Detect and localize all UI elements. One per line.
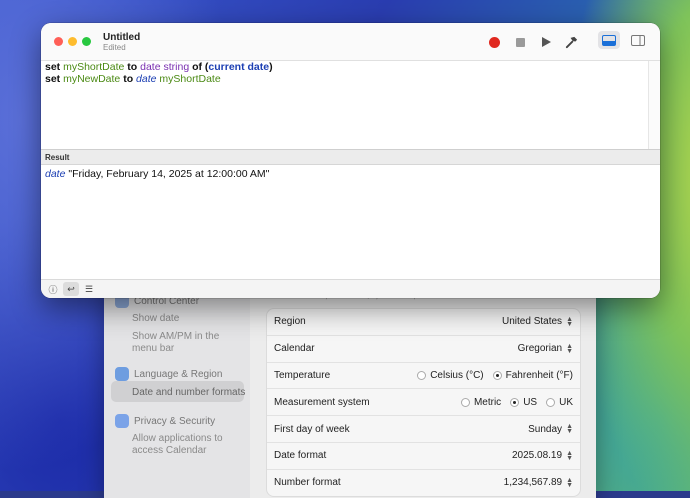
first-day-row: First day of week Sunday ▲ ▼	[267, 416, 580, 443]
result-pane[interactable]: date "Friday, February 14, 2025 at 12:00…	[41, 166, 660, 278]
log-button[interactable]: ☰	[81, 282, 97, 296]
result-header: Result	[41, 149, 660, 165]
stepper-icon: ▲ ▼	[566, 423, 573, 436]
sidebar-subitem-show-ampm[interactable]: Show AM/PM in the menu bar	[132, 331, 232, 355]
region-popup[interactable]: United States ▲ ▼	[502, 315, 573, 328]
zoom-button[interactable]	[82, 37, 91, 46]
code-token: date	[136, 72, 157, 85]
return-arrow-icon: ↩	[67, 283, 75, 294]
number-format-popup[interactable]: 1,234,567.89 ▲ ▼	[504, 476, 573, 489]
script-editor-window: Untitled Edited set myShortDate to date …	[41, 23, 660, 298]
stop-icon	[515, 37, 525, 47]
info-icon: ⓘ	[48, 284, 58, 295]
uk-radio[interactable]: UK	[546, 397, 573, 408]
document-status: Edited	[103, 43, 126, 52]
date-format-popup[interactable]: 2025.08.19 ▲ ▼	[512, 449, 573, 462]
region-row: Region United States ▲ ▼	[267, 309, 580, 336]
script-editor-text[interactable]: set myShortDate to date string of (curre…	[41, 61, 648, 150]
stepper-icon: ▲ ▼	[566, 449, 573, 462]
description-button[interactable]: ⓘ	[45, 282, 61, 296]
result-value: "Friday, February 14, 2025 at 12:00:00 A…	[65, 168, 270, 180]
close-button[interactable]	[54, 37, 63, 46]
number-format-row: Number format 1,234,567.89 ▲ ▼	[274, 476, 573, 489]
settings-main: 2025.02.14, 9:41 AM $1,345.67 4,567.89 R…	[250, 278, 596, 498]
date-format-row: Date format 2025.08.19 ▲ ▼	[267, 443, 580, 470]
record-icon	[488, 36, 500, 48]
code-token: to	[124, 61, 141, 73]
format-settings-panel: Region United States ▲ ▼ Calendar Gregoria…	[266, 308, 581, 497]
result-keyword: date	[45, 168, 66, 180]
code-token: to	[120, 72, 137, 85]
sidebar-subitem-show-date[interactable]: Show date	[132, 313, 179, 325]
calendar-row: Calendar Gregorian ▲ ▼	[267, 336, 580, 363]
window-controls	[54, 37, 96, 46]
measurement-row: Measurement system Metric US UK	[267, 389, 580, 417]
code-token: myShortDate	[159, 72, 221, 85]
temperature-row: Temperature Celsius (°C) Fahrenheit (°F)	[267, 363, 580, 390]
code-line: set myNewDate to date myShortDate	[45, 72, 644, 86]
fahrenheit-radio[interactable]: Fahrenheit (°F)	[492, 370, 573, 381]
system-settings-window: Control Center Show date Show AM/PM in t…	[104, 278, 596, 498]
code-token: date string	[140, 61, 190, 73]
code-token: set	[45, 72, 64, 85]
stepper-icon: ▲ ▼	[566, 315, 573, 328]
title-bar: Untitled Edited	[41, 23, 660, 61]
hand-icon	[115, 414, 129, 428]
compile-button[interactable]	[562, 33, 580, 51]
code-token: myShortDate	[63, 61, 125, 73]
code-token: myNewDate	[63, 72, 121, 85]
show-bottom-pane-button[interactable]	[598, 31, 620, 49]
sidebar-item-privacy-security[interactable]: Privacy & Security	[115, 414, 215, 428]
metric-radio[interactable]: Metric	[460, 397, 501, 408]
calendar-popup[interactable]: Gregorian ▲ ▼	[518, 342, 573, 355]
stepper-icon: ▲ ▼	[566, 342, 573, 355]
code-token: of (	[189, 61, 209, 73]
stop-button[interactable]	[511, 33, 529, 51]
code-token: current date	[208, 61, 270, 73]
code-token: )	[269, 61, 273, 73]
run-button[interactable]	[536, 33, 554, 51]
window-title: Untitled	[103, 32, 141, 43]
first-day-popup[interactable]: Sunday ▲ ▼	[528, 423, 573, 436]
play-icon	[541, 37, 551, 47]
result-button[interactable]: ↩	[63, 282, 79, 296]
bottom-pane-icon	[602, 34, 616, 46]
bottom-bar: ⓘ ↩ ☰	[41, 279, 660, 298]
record-button[interactable]	[485, 33, 503, 51]
minimize-button[interactable]	[68, 37, 77, 46]
globe-icon	[115, 367, 129, 381]
editor-scrollbar[interactable]	[648, 61, 660, 150]
settings-sidebar: Control Center Show date Show AM/PM in t…	[104, 278, 250, 498]
code-token: set	[45, 61, 64, 73]
show-side-pane-button[interactable]	[627, 31, 649, 49]
sidebar-subitem-allow-calendar[interactable]: Allow applications to access Calendar	[132, 433, 232, 457]
celsius-radio[interactable]: Celsius (°C)	[417, 370, 484, 381]
sidebar-item-language-region[interactable]: Language & Region	[115, 367, 222, 381]
hammer-icon	[565, 36, 577, 48]
stepper-icon: ▲ ▼	[566, 476, 573, 489]
list-icon: ☰	[84, 283, 94, 294]
side-pane-icon	[631, 34, 645, 46]
sidebar-subitem-date-number-formats[interactable]: Date and number formats	[132, 387, 245, 399]
us-radio[interactable]: US	[510, 397, 537, 408]
